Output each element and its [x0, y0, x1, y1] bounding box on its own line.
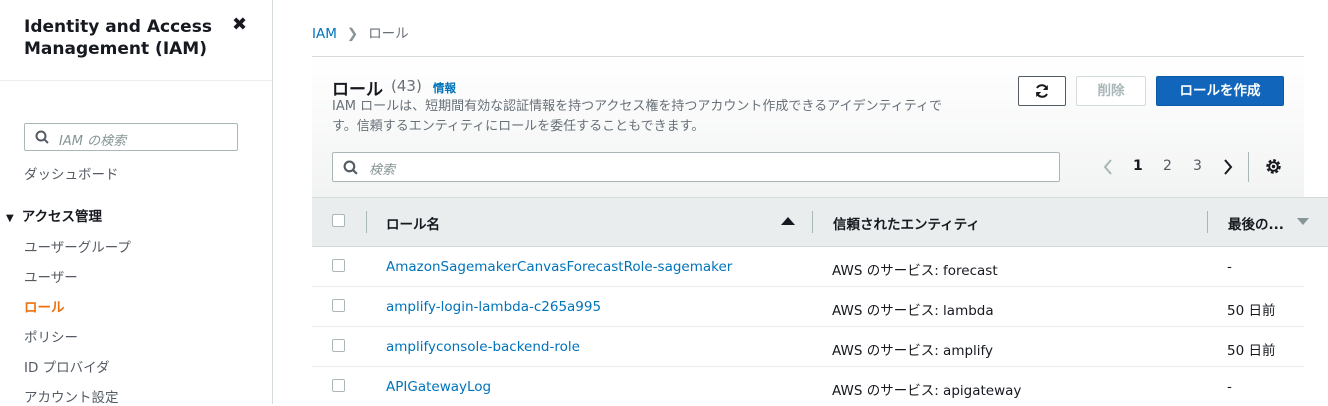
breadcrumb-iam-link[interactable]: IAM — [312, 26, 337, 42]
role-count: (43) — [391, 77, 422, 95]
role-name-link[interactable]: amplify-login-lambda-c265a995 — [386, 299, 601, 315]
column-header-trusted-entity[interactable]: 信頼されたエンティティ — [833, 213, 980, 233]
select-all-checkbox[interactable] — [332, 214, 345, 227]
sidebar-section-label: アクセス管理 — [21, 209, 103, 225]
chevron-right-icon[interactable] — [1222, 158, 1234, 176]
search-icon — [343, 160, 358, 175]
chevron-right-icon: ❯ — [346, 26, 359, 42]
page-button-3[interactable]: 3 — [1193, 158, 1202, 174]
sidebar-item-user-groups[interactable]: ユーザーグループ — [24, 236, 131, 256]
column-divider — [1207, 211, 1208, 233]
refresh-button[interactable] — [1018, 76, 1066, 106]
info-link[interactable]: 情報 — [433, 80, 456, 96]
role-name-link[interactable]: amplifyconsole-backend-role — [386, 339, 580, 355]
row-checkbox[interactable] — [332, 339, 345, 352]
caret-down-icon: ▼ — [6, 213, 14, 224]
divider — [1248, 152, 1249, 182]
trusted-entity-cell: AWS のサービス: apigateway — [832, 383, 1022, 399]
sidebar-search-input[interactable]: IAM の検索 — [24, 123, 238, 151]
sidebar-item-users[interactable]: ユーザー — [24, 266, 78, 286]
row-checkbox[interactable] — [332, 259, 345, 272]
sort-ascending-icon[interactable] — [780, 216, 796, 226]
breadcrumb-current: ロール — [368, 26, 409, 42]
role-name-link[interactable]: AmazonSagemakerCanvasForecastRole-sagema… — [386, 259, 732, 275]
column-divider — [812, 211, 813, 233]
breadcrumb: IAM ❯ ロール — [312, 22, 409, 42]
gear-icon[interactable] — [1264, 157, 1283, 176]
last-activity-cell: 50 日前 — [1227, 343, 1276, 359]
last-activity-cell: - — [1227, 379, 1232, 395]
role-name-link[interactable]: APIGatewayLog — [386, 379, 491, 395]
sidebar-item-account-settings[interactable]: アカウント設定 — [24, 386, 119, 406]
sidebar: Identity and Access Management (IAM) ✖ I… — [0, 0, 273, 406]
row-divider — [312, 286, 1304, 287]
search-placeholder: 検索 — [369, 163, 396, 178]
last-activity-cell: - — [1227, 259, 1232, 275]
sort-descending-icon[interactable] — [1296, 217, 1310, 226]
divider — [0, 80, 272, 81]
column-header-last-activity[interactable]: 最後の... — [1228, 213, 1284, 233]
chevron-left-icon[interactable] — [1102, 158, 1114, 176]
table-header — [312, 197, 1328, 247]
sidebar-section-access-management[interactable]: ▼ アクセス管理 — [6, 205, 102, 225]
row-checkbox[interactable] — [332, 379, 345, 392]
search-icon — [35, 130, 49, 144]
trusted-entity-cell: AWS のサービス: forecast — [832, 263, 998, 279]
sidebar-item-policies[interactable]: ポリシー — [24, 326, 78, 346]
trusted-entity-cell: AWS のサービス: lambda — [832, 303, 994, 319]
column-header-role-name[interactable]: ロール名 — [386, 213, 440, 233]
row-divider — [312, 366, 1304, 367]
sidebar-item-identity-providers[interactable]: ID プロバイダ — [24, 356, 110, 376]
trusted-entity-cell: AWS のサービス: amplify — [832, 343, 994, 359]
column-divider — [366, 211, 367, 233]
service-title[interactable]: Identity and Access Management (IAM) — [24, 16, 224, 60]
sidebar-item-dashboard[interactable]: ダッシュボード — [24, 163, 119, 183]
search-input[interactable]: 検索 — [332, 152, 1060, 182]
last-activity-cell: 50 日前 — [1227, 303, 1276, 319]
page-description: IAM ロールは、短期間有効な認証情報を持つアクセス権を持つアカウント作成できる… — [332, 99, 942, 134]
close-icon[interactable]: ✖ — [232, 14, 247, 35]
delete-button[interactable]: 削除 — [1076, 76, 1146, 106]
sidebar-search-placeholder: IAM の検索 — [59, 134, 127, 149]
page-button-1[interactable]: 1 — [1133, 158, 1143, 174]
create-role-button[interactable]: ロールを作成 — [1156, 76, 1284, 106]
row-checkbox[interactable] — [332, 299, 345, 312]
page-button-2[interactable]: 2 — [1163, 158, 1172, 174]
row-divider — [312, 326, 1304, 327]
refresh-icon — [1036, 84, 1048, 98]
sidebar-item-roles[interactable]: ロール — [24, 296, 65, 316]
